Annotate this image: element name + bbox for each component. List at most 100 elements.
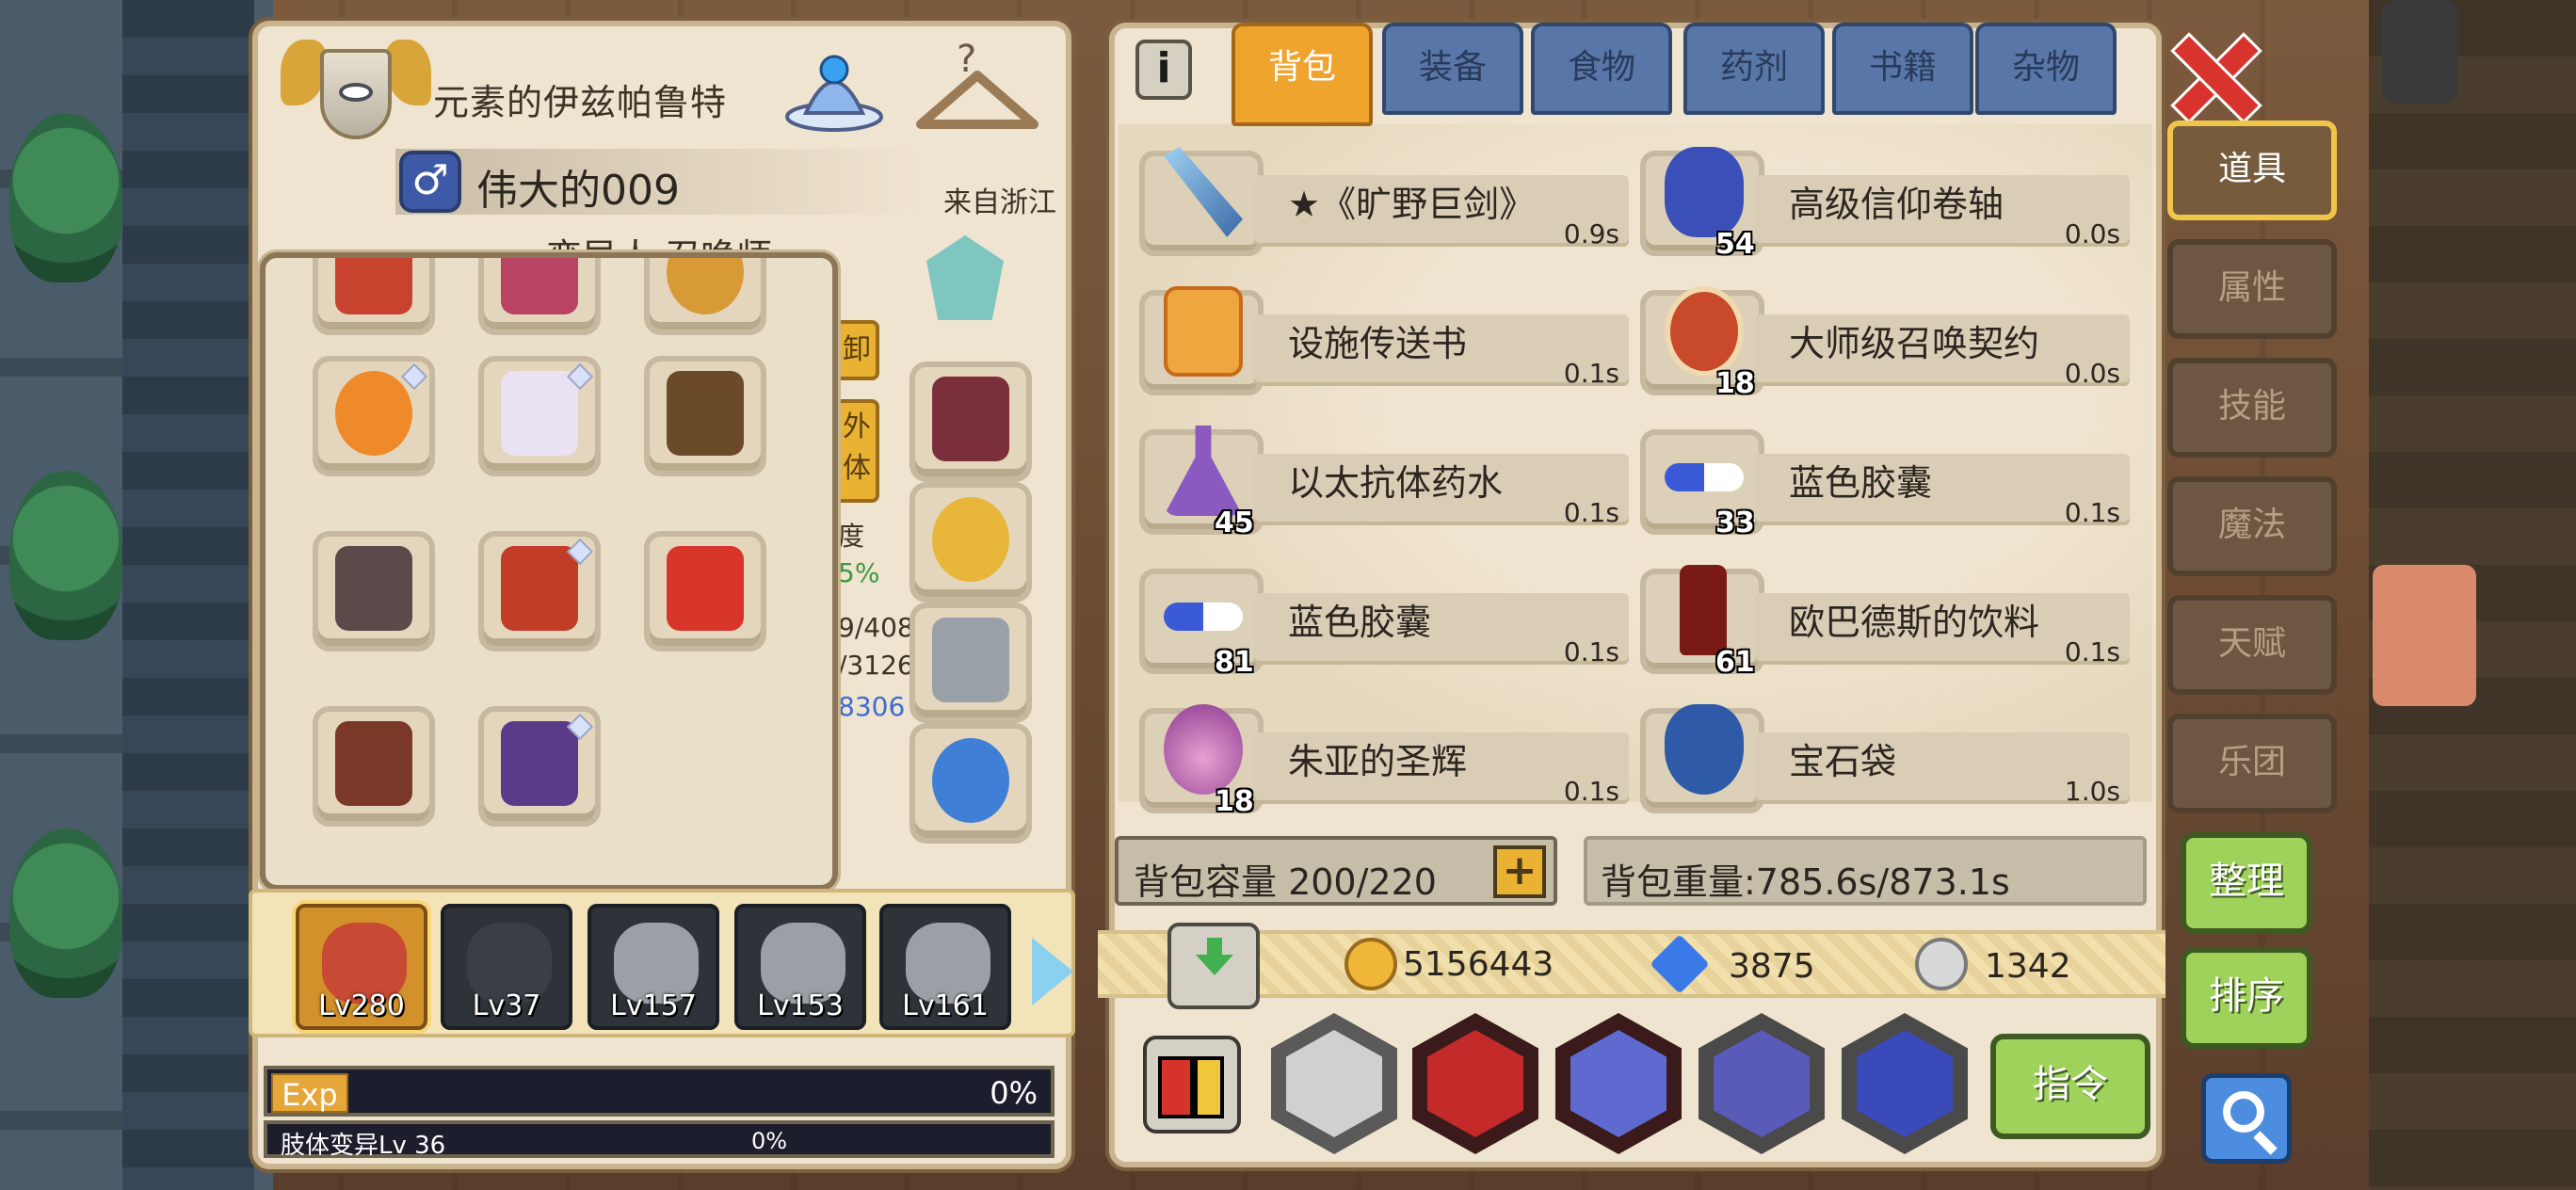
inventory-item[interactable]: ★《旷野巨剑》 0.9s xyxy=(1137,137,1629,256)
tab-equipment[interactable]: 装备 xyxy=(1382,23,1523,115)
inventory-item[interactable]: 54 高级信仰卷轴 0.0s xyxy=(1638,137,2130,261)
sidebar-item-magic[interactable]: 魔法 xyxy=(2167,476,2337,576)
bag-capacity-box: 背包容量 200/220 + xyxy=(1115,836,1557,906)
tidy-button[interactable]: 整理 xyxy=(2181,832,2312,934)
pumpkin-helmet-slot[interactable] xyxy=(313,356,435,476)
item-name: 欧巴德斯的饮料 xyxy=(1789,602,2040,643)
download-button[interactable] xyxy=(1167,923,1260,1009)
tab-potions[interactable]: 药剂 xyxy=(1683,23,1825,115)
item-quantity: 33 xyxy=(1715,507,1755,539)
item-name: ★《旷野巨剑》 xyxy=(1288,184,1536,225)
equipment-slot[interactable] xyxy=(478,258,601,335)
sidebar-item-band[interactable]: 乐团 xyxy=(2167,714,2337,813)
silver-coin-icon xyxy=(1915,938,1968,990)
exp-percent: 0% xyxy=(990,1075,1038,1111)
info-icon[interactable]: i xyxy=(1135,40,1192,100)
sword-icon xyxy=(1164,147,1243,237)
equipment-slot[interactable] xyxy=(313,258,435,335)
scroll-icon xyxy=(1665,147,1744,237)
silver-amount: 1342 xyxy=(1985,947,2071,986)
crystal-gem-icon[interactable] xyxy=(778,32,891,137)
flask-icon xyxy=(1164,704,1243,795)
party-member-level: Lv37 xyxy=(472,989,541,1022)
sidebar-item-talent[interactable]: 天赋 xyxy=(2167,595,2337,695)
command-button[interactable]: 指令 xyxy=(1990,1034,2150,1139)
close-icon[interactable] xyxy=(2169,32,2254,117)
party-member-level: Lv153 xyxy=(757,989,844,1022)
bottle-icon xyxy=(1680,565,1727,655)
outer-body-button[interactable]: 外 体 xyxy=(834,399,879,503)
party-member-level: Lv280 xyxy=(318,989,405,1022)
inventory-item[interactable]: 18 朱亚的圣辉 0.1s xyxy=(1137,695,1629,818)
sidebar-item-items[interactable]: 道具 xyxy=(2167,121,2337,220)
armor-slot[interactable] xyxy=(313,531,435,651)
item-cooldown: 0.1s xyxy=(2064,497,2120,528)
boots-slot[interactable] xyxy=(478,531,601,651)
item-cooldown: 0.0s xyxy=(2064,358,2120,389)
party-member-level: Lv161 xyxy=(902,989,989,1022)
robe-slot[interactable] xyxy=(478,706,601,827)
party-member-slot[interactable]: Lv161 xyxy=(879,904,1011,1030)
item-cooldown: 1.0s xyxy=(2064,776,2120,807)
party-member-slot[interactable]: Lv280 xyxy=(296,904,427,1030)
party-member-slot[interactable]: Lv153 xyxy=(734,904,866,1030)
class-emblem-icon xyxy=(281,30,431,162)
party-member-slot[interactable]: Lv37 xyxy=(441,904,572,1030)
search-icon[interactable] xyxy=(2201,1073,2292,1164)
npc-character xyxy=(2373,565,2476,706)
sidebar-item-attributes[interactable]: 属性 xyxy=(2167,239,2337,339)
expand-capacity-button[interactable]: + xyxy=(1493,845,1546,898)
item-cooldown: 0.1s xyxy=(1563,497,1619,528)
item-quantity: 45 xyxy=(1215,507,1254,539)
character-title: 元素的伊兹帕鲁特 xyxy=(433,82,728,123)
inventory-item[interactable]: 45 以太抗体药水 0.1s xyxy=(1137,416,1629,539)
sort-button[interactable]: 排序 xyxy=(2181,947,2312,1049)
inventory-item[interactable]: 81 蓝色胶囊 0.1s xyxy=(1137,555,1629,679)
mutation-bar: 肢体变异Lv 36 0% xyxy=(264,1120,1055,1160)
inventory-item[interactable]: 宝石袋 1.0s xyxy=(1638,695,2130,813)
speed-label: 度 xyxy=(838,521,865,552)
inventory-item[interactable]: 61 欧巴德斯的饮料 0.1s xyxy=(1638,555,2130,679)
party-bar: Lv280 Lv37 Lv157 Lv153 Lv161 xyxy=(249,889,1075,1037)
guild-crest-slot[interactable] xyxy=(910,226,1032,346)
tree xyxy=(9,471,122,640)
equipment-slot[interactable] xyxy=(910,723,1032,844)
experience-area: Exp 0% 肢体变异Lv 36 0% xyxy=(264,1066,1055,1160)
item-cooldown: 0.1s xyxy=(2064,636,2120,667)
unequip-button[interactable]: 卸 xyxy=(834,320,879,380)
mp-value: /3126 xyxy=(838,650,913,681)
inventory-item[interactable]: 33 蓝色胶囊 0.1s xyxy=(1638,416,2130,539)
equipment-slot[interactable] xyxy=(910,603,1032,723)
npc-character xyxy=(2382,0,2457,104)
inventory-item[interactable]: 设施传送书 0.1s xyxy=(1137,277,1629,395)
gold-amount: 5156443 xyxy=(1403,945,1554,984)
tree xyxy=(9,113,122,282)
book-icon xyxy=(1164,286,1243,377)
exp-bar: Exp 0% xyxy=(264,1066,1055,1117)
potion-icon xyxy=(1164,426,1243,516)
tab-misc[interactable]: 杂物 xyxy=(1975,23,2117,115)
tab-backpack[interactable]: 背包 xyxy=(1232,23,1373,126)
inventory-item[interactable]: 18 大师级召唤契约 0.0s xyxy=(1638,277,2130,400)
gauntlet-slot[interactable] xyxy=(644,356,766,476)
tab-food[interactable]: 食物 xyxy=(1531,23,1672,115)
extra-value: 8306 xyxy=(838,691,906,722)
sidebar-item-skills[interactable]: 技能 xyxy=(2167,358,2337,458)
equipment-slot[interactable] xyxy=(644,258,766,335)
equipment-slot[interactable] xyxy=(910,362,1032,482)
bag-weight-box: 背包重量:785.6s/873.1s xyxy=(1584,836,2147,906)
number-order-button[interactable] xyxy=(1143,1036,1241,1134)
party-next-arrow-icon[interactable] xyxy=(1032,938,1073,1005)
golden-boots-slot[interactable] xyxy=(644,531,766,651)
item-name: 朱亚的圣辉 xyxy=(1288,741,1468,782)
party-member-slot[interactable]: Lv157 xyxy=(588,904,719,1030)
capsule-icon xyxy=(1164,603,1243,631)
glove-slot[interactable] xyxy=(478,356,601,476)
contract-icon xyxy=(1665,286,1744,377)
equipment-slot[interactable] xyxy=(910,482,1032,603)
item-name: 蓝色胶囊 xyxy=(1288,602,1432,643)
item-name: 高级信仰卷轴 xyxy=(1789,184,2004,225)
winged-boots-slot[interactable] xyxy=(313,706,435,827)
wardrobe-hanger-icon[interactable]: ? xyxy=(902,34,1053,143)
tab-books[interactable]: 书籍 xyxy=(1832,23,1973,115)
